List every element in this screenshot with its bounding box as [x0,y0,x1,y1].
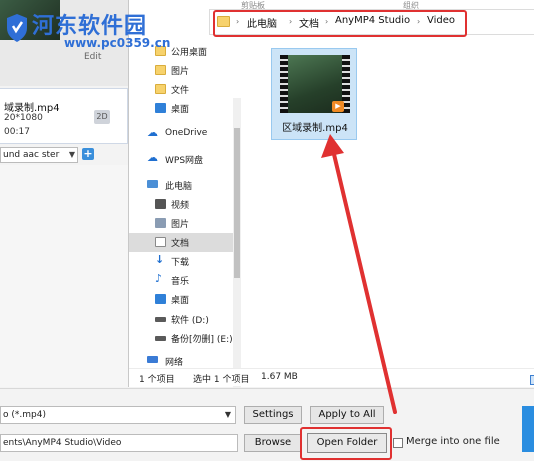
nav-item-label: 音乐 [171,277,190,287]
add-track-icon[interactable]: + [82,148,94,160]
nav-item-label: 桌面 [171,296,190,306]
nav-item-label: 图片 [171,220,190,230]
convert-button[interactable] [522,406,534,452]
nav-item[interactable]: ☁ OneDrive [129,125,241,144]
folder-icon [155,84,166,94]
cloud-icon: ☁ [147,151,158,164]
nav-item-label: 图片 [171,67,190,77]
chevron-down-icon: ▼ [224,410,231,419]
audio-track-value: und aac ster [3,150,60,160]
scrollbar-thumb[interactable] [234,128,240,278]
apply-to-all-button[interactable]: Apply to All [310,406,384,424]
desktop-icon [155,294,166,304]
output-format-select[interactable]: o (*.mp4) ▼ [0,406,236,424]
nav-item[interactable]: 桌面 [129,290,241,309]
nav-item-label: 备份[勿删] (E:) [171,335,233,345]
picture-icon [155,218,166,228]
source-resolution: 20*1080 [4,113,43,123]
nav-item[interactable]: 此电脑 [129,176,241,195]
watermark-logo [7,14,27,42]
network-icon [147,356,158,363]
nav-item[interactable]: ↓ 下载 [129,252,241,271]
video-icon [155,199,166,209]
status-size: 1.67 MB [261,372,298,382]
audio-track-select[interactable]: und aac ster ▼ [0,147,78,163]
merge-label: Merge into one file [406,436,500,447]
drive-icon [155,317,166,322]
nav-item[interactable]: 桌面 [129,99,241,118]
edit-label[interactable]: Edit [84,52,101,62]
settings-button[interactable]: Settings [244,406,302,424]
file-list-pane: ▶ 区域录制.mp4 [241,38,534,368]
nav-item-label: 此电脑 [165,182,193,192]
open-folder-highlight-box [300,427,392,460]
play-icon: ▶ [332,101,344,112]
status-bar: 1 个项目 选中 1 个项目 1.67 MB [129,368,534,386]
chevron-down-icon: ▼ [68,150,75,159]
source-duration: 00:17 [4,127,30,137]
document-icon [155,237,166,247]
nav-item[interactable]: ♪ 音乐 [129,271,241,290]
nav-item[interactable]: 图片 [129,214,241,233]
output-format-value: o (*.mp4) [3,410,46,420]
nav-item-label: WPS网盘 [165,156,204,166]
navigation-pane: 公用桌面 图片 文件 桌面 ☁ OneDrive ☁ WPS网盘 此电脑 视频 图片… [129,38,241,398]
nav-item-label: 网络 [165,358,184,368]
computer-icon [147,180,158,188]
cloud-icon: ☁ [147,126,158,139]
film-strip [280,55,288,113]
nav-item[interactable]: 图片 [129,61,241,80]
nav-item-label: 公用桌面 [171,48,208,58]
file-explorer-window: 剪贴板 组织 › 此电脑 › 文档 › AnyMP4 Studio › Vide… [128,0,534,398]
nav-item[interactable]: 视频 [129,195,241,214]
drive-icon [155,336,166,341]
music-icon: ♪ [155,272,163,285]
status-item-count: 1 个项目 [139,375,175,385]
nav-item[interactable]: 软件 (D:) [129,310,241,329]
file-item[interactable]: ▶ 区域录制.mp4 [271,48,357,140]
desktop-icon [155,103,166,113]
nav-item-label: OneDrive [165,128,208,138]
nav-item[interactable]: ☁ WPS网盘 [129,150,241,169]
nav-item-label: 文件 [171,86,190,96]
nav-item-label: 下载 [171,258,190,268]
browse-button[interactable]: Browse [244,434,302,452]
nav-item-selected[interactable]: 文档 [129,233,241,252]
nav-item-label: 文档 [171,239,190,249]
nav-item-label: 视频 [171,201,190,211]
nav-item-label: 桌面 [171,105,190,115]
nav-item[interactable]: 备份[勿删] (E:) [129,329,241,348]
output-panel: o (*.mp4) ▼ Settings Apply to All ents\A… [0,388,534,461]
output-path-field[interactable]: ents\AnyMP4 Studio\Video [0,434,238,452]
breadcrumb-highlight-box [213,10,467,37]
source-file-name: 域录制.mp4 [4,103,60,114]
large-icons-view-icon[interactable] [530,375,534,385]
background-panel [0,165,128,387]
file-name: 区域录制.mp4 [282,123,348,134]
status-selected: 选中 1 个项目 [193,375,250,385]
watermark-url: www.pc0359.cn [64,36,171,50]
nav-item[interactable]: 文件 [129,80,241,99]
merge-checkbox[interactable] [393,438,403,448]
2d-badge[interactable]: 2D [94,110,110,124]
nav-item-label: 软件 (D:) [171,316,209,326]
nav-scrollbar[interactable] [233,98,241,398]
download-icon: ↓ [155,253,165,266]
folder-icon [155,65,166,75]
